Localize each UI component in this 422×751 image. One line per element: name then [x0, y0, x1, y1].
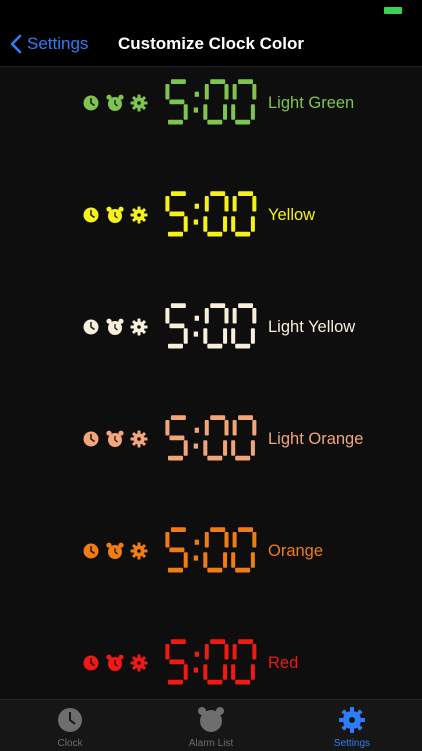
clock-preview	[163, 413, 259, 465]
preview-icons	[82, 206, 148, 224]
gear-icon	[339, 707, 365, 733]
color-list: Light Green Yellow Light Yellow Light Orang…	[0, 67, 422, 699]
status-bar	[0, 0, 422, 22]
navigation-bar: Settings Customize Clock Color	[0, 22, 422, 67]
preview-icons	[82, 94, 148, 112]
color-option-row[interactable]: Red	[0, 631, 422, 695]
preview-icons	[82, 654, 148, 672]
preview-icons	[82, 542, 148, 560]
clock-icon	[58, 708, 82, 732]
color-option-row[interactable]: Yellow	[0, 183, 422, 247]
tab-clock-label: Clock	[57, 738, 83, 749]
color-label: Light Green	[268, 94, 355, 112]
color-option-row[interactable]: Light Orange	[0, 407, 422, 471]
color-label: Light Orange	[268, 430, 364, 448]
color-label: Yellow	[268, 206, 316, 224]
clock-preview	[163, 77, 259, 129]
tab-bar: Clock Alarm List Settings	[0, 699, 422, 751]
tab-alarm-list-label: Alarm List	[188, 738, 234, 749]
color-option-row[interactable]: Light Green	[0, 71, 422, 135]
page-title: Customize Clock Color	[117, 34, 305, 53]
tab-settings-label: Settings	[333, 738, 371, 749]
color-label: Orange	[268, 542, 324, 560]
battery-icon	[384, 7, 402, 14]
tab-alarm-list[interactable]: Alarm List	[141, 700, 281, 751]
preview-icons	[82, 430, 148, 448]
clock-preview	[163, 637, 259, 689]
clock-preview	[163, 189, 259, 241]
clock-preview	[163, 525, 259, 577]
color-label: Red	[268, 654, 299, 672]
color-label: Light Yellow	[268, 318, 356, 336]
alarm-icon	[198, 707, 224, 732]
color-option-row[interactable]: Orange	[0, 519, 422, 583]
color-option-row[interactable]: Light Yellow	[0, 295, 422, 359]
preview-icons	[82, 318, 148, 336]
tab-clock[interactable]: Clock	[0, 700, 140, 751]
clock-preview	[163, 301, 259, 353]
tab-settings[interactable]: Settings	[282, 700, 422, 751]
